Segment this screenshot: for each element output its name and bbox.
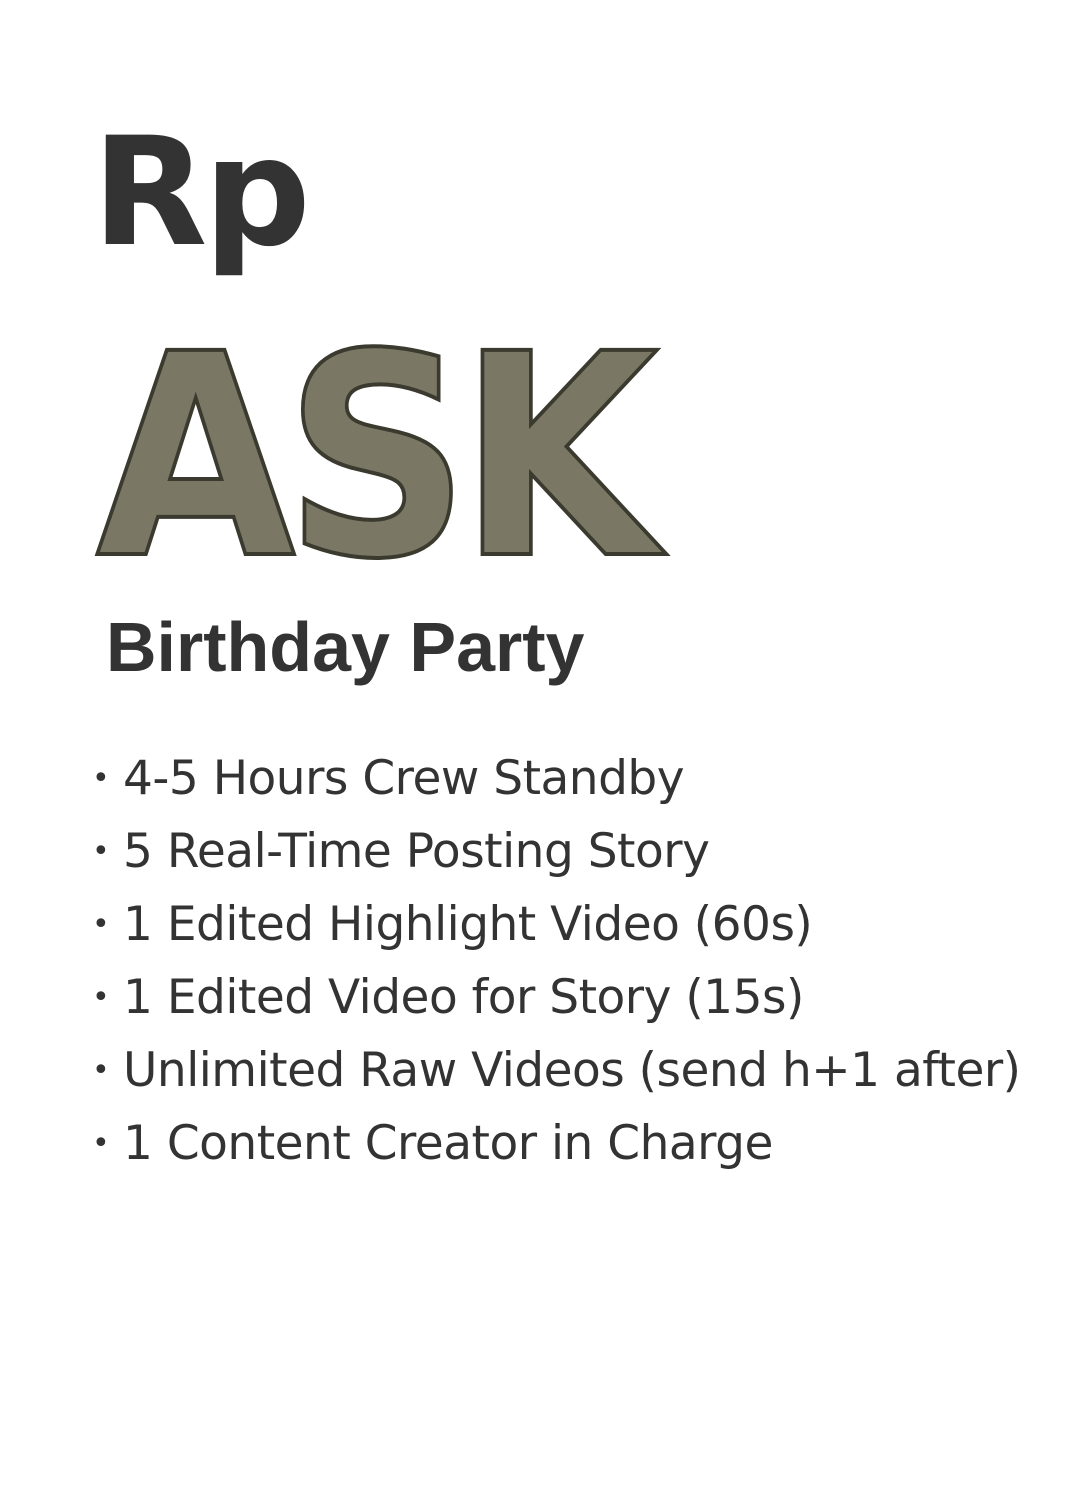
bullet-icon: • <box>92 907 110 942</box>
bullet-icon: • <box>92 1053 110 1088</box>
feature-text: Unlimited Raw Videos (send h+1 after) <box>123 1043 1021 1098</box>
bullet-icon: • <box>92 761 110 796</box>
bullet-icon: • <box>92 1126 110 1161</box>
currency-label: Rp <box>92 106 311 280</box>
feature-text: 1 Content Creator in Charge <box>123 1116 773 1171</box>
price-value: ASK <box>94 295 660 621</box>
feature-item: • 1 Edited Highlight Video (60s) <box>92 888 1021 961</box>
feature-list: • 4-5 Hours Crew Standby • 5 Real-Time P… <box>92 742 1021 1180</box>
feature-item: • 1 Edited Video for Story (15s) <box>92 961 1021 1034</box>
bullet-icon: • <box>92 980 110 1015</box>
feature-item: • 4-5 Hours Crew Standby <box>92 742 1021 815</box>
package-title: Birthday Party <box>106 608 585 686</box>
feature-text: 1 Edited Highlight Video (60s) <box>123 897 813 952</box>
feature-item: • 1 Content Creator in Charge <box>92 1107 1021 1180</box>
feature-item: • 5 Real-Time Posting Story <box>92 815 1021 888</box>
bullet-icon: • <box>92 834 110 869</box>
feature-text: 4-5 Hours Crew Standby <box>123 751 685 806</box>
feature-text: 5 Real-Time Posting Story <box>123 824 710 879</box>
feature-text: 1 Edited Video for Story (15s) <box>123 970 804 1025</box>
feature-item: • Unlimited Raw Videos (send h+1 after) <box>92 1034 1021 1107</box>
